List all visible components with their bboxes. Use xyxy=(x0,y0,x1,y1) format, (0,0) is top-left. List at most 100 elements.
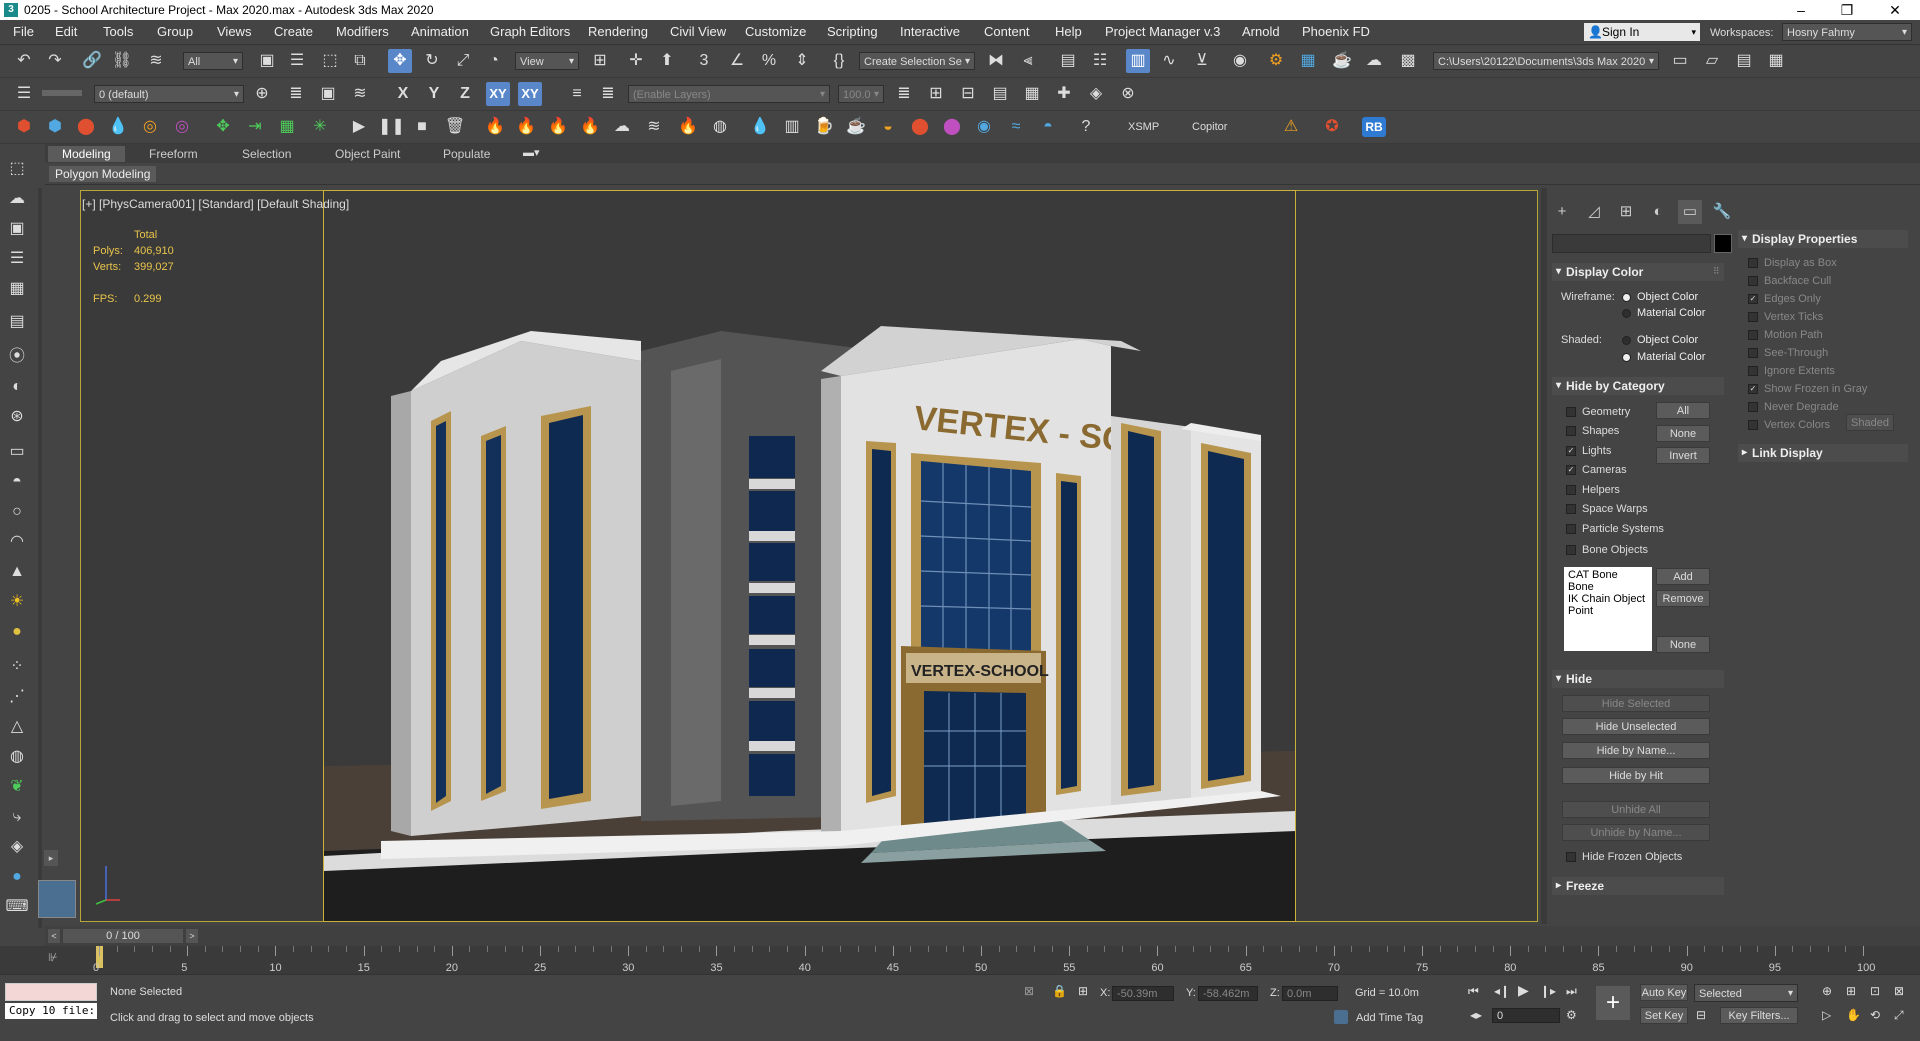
wireframe-object-color-radio[interactable]: Object Color xyxy=(1622,291,1698,303)
next-frame-icon[interactable]: ❙▸ xyxy=(1540,984,1556,998)
plane-tool-icon[interactable]: ▭ xyxy=(5,440,29,464)
close-button[interactable]: ✕ xyxy=(1872,0,1918,20)
rollout-freeze[interactable]: Freeze xyxy=(1552,877,1724,895)
tab-modeling[interactable]: Modeling xyxy=(48,146,125,162)
schematic-view-icon[interactable]: ⊻ xyxy=(1190,49,1214,73)
space-warps-checkbox[interactable]: Space Warps xyxy=(1566,503,1648,515)
backface-cull-checkbox[interactable]: Backface Cull xyxy=(1748,275,1831,287)
script-tool-icon[interactable]: ⌨ xyxy=(5,895,29,919)
flame-icon[interactable]: 🔥 xyxy=(676,115,700,139)
smoke-icon[interactable]: ☁ xyxy=(610,115,634,139)
snaps-toggle-icon[interactable]: 3 xyxy=(692,49,716,73)
project-path[interactable]: C:\Users\20122\Documents\3ds Max 2020 xyxy=(1433,52,1659,71)
fire-2-icon[interactable]: 🔥 xyxy=(514,115,538,139)
project-open-icon[interactable]: ▱ xyxy=(1700,49,1724,73)
motion-path-checkbox[interactable]: Motion Path xyxy=(1748,329,1823,341)
list-tool-icon[interactable]: ☰ xyxy=(5,247,29,271)
edit-layers-icon[interactable]: ≣ xyxy=(892,82,916,106)
grid-tool-icon[interactable]: ▦ xyxy=(5,277,29,301)
time-prev-icon[interactable]: < xyxy=(48,929,60,943)
rect-selection-icon[interactable]: ⬚ xyxy=(318,49,342,73)
y-coord-field[interactable]: -58.462m xyxy=(1198,986,1258,1001)
menu-civil-view[interactable]: Civil View xyxy=(670,24,726,39)
vertex-colors-shaded-button[interactable]: Shaded xyxy=(1846,414,1894,431)
swirl-icon[interactable]: ◍ xyxy=(708,115,732,139)
trash-icon[interactable]: 🗑 xyxy=(443,115,467,139)
rb-button[interactable]: RB xyxy=(1362,117,1386,137)
select-by-name-icon[interactable]: ☰ xyxy=(285,49,309,73)
vertex-colors-checkbox[interactable]: Vertex Colors xyxy=(1748,419,1830,431)
lights-checkbox[interactable]: ✓ Lights xyxy=(1566,445,1611,457)
plugin-red-sphere-icon[interactable]: ⬤ xyxy=(74,115,98,139)
layer-slider[interactable] xyxy=(42,90,82,96)
ball-tool-icon[interactable]: ● xyxy=(5,620,29,644)
field-of-view-icon[interactable]: ▷ xyxy=(1822,1008,1831,1022)
route-tool-icon[interactable]: ⤷ xyxy=(5,805,29,829)
object-color-swatch[interactable] xyxy=(1714,234,1732,253)
named-selection-set[interactable]: Create Selection Se xyxy=(859,52,975,71)
layer-manager-icon[interactable]: ☰ xyxy=(12,82,36,106)
angle-snap-icon[interactable]: ∠ xyxy=(725,49,749,73)
render-icon[interactable]: ☕ xyxy=(1330,49,1354,73)
plugin-green-move-icon[interactable]: ✥ xyxy=(211,115,235,139)
menu-rendering[interactable]: Rendering xyxy=(588,24,648,39)
display-panel-icon[interactable]: ▭ xyxy=(1678,200,1702,224)
plugin-purple-circle-icon[interactable]: ◎ xyxy=(170,115,194,139)
paint-tool-icon[interactable]: ◐ xyxy=(5,375,29,399)
layer-icon[interactable]: ≡ xyxy=(565,82,589,106)
shaded-object-color-radio[interactable]: Object Color xyxy=(1622,334,1698,346)
create-panel-icon[interactable]: + xyxy=(1550,200,1574,224)
layer-stack-icon[interactable]: ≣ xyxy=(284,82,308,106)
ocean-icon[interactable]: ◉ xyxy=(972,115,996,139)
ignore-extents-checkbox[interactable]: Ignore Extents xyxy=(1748,365,1835,377)
wind-icon[interactable]: ≋ xyxy=(642,115,666,139)
maximize-viewport-icon[interactable]: ⤢ xyxy=(1894,1008,1904,1023)
viewport-label[interactable]: [+] [PhysCamera001] [Standard] [Default … xyxy=(82,197,349,211)
layer-tool-7-icon[interactable]: ◈ xyxy=(1084,82,1108,106)
menu-animation[interactable]: Animation xyxy=(411,24,469,39)
hide-selected-button[interactable]: Hide Selected xyxy=(1562,695,1710,712)
texture-tool-icon[interactable]: ◈ xyxy=(5,835,29,859)
rollout-display-properties[interactable]: Display Properties xyxy=(1738,230,1908,248)
menu-create[interactable]: Create xyxy=(274,24,313,39)
percent-snap-icon[interactable]: % xyxy=(757,49,781,73)
reference-coordinate-select[interactable]: View xyxy=(515,52,579,71)
project-settings-icon[interactable]: ▦ xyxy=(1764,49,1788,73)
leaf-tool-icon[interactable]: ❦ xyxy=(5,775,29,799)
menu-content[interactable]: Content xyxy=(984,24,1030,39)
cameras-checkbox[interactable]: ✓ Cameras xyxy=(1566,464,1627,476)
viewport-thumbnail[interactable] xyxy=(38,880,76,918)
key-filter-icon[interactable]: ⊟ xyxy=(1696,1008,1706,1022)
blue-sphere-tool-icon[interactable]: ● xyxy=(5,865,29,889)
plugin-green-burst-icon[interactable]: ✳ xyxy=(308,115,332,139)
menu-help[interactable]: Help xyxy=(1055,24,1082,39)
z-coord-field[interactable]: 0.0m xyxy=(1282,986,1338,1001)
menu-customize[interactable]: Customize xyxy=(745,24,806,39)
set-key-button[interactable]: Set Key xyxy=(1640,1007,1688,1024)
see-through-checkbox[interactable]: See-Through xyxy=(1748,347,1828,359)
x-coord-field[interactable]: -50.39m xyxy=(1112,986,1174,1001)
menu-graph-editors[interactable]: Graph Editors xyxy=(490,24,570,39)
category-remove-button[interactable]: Remove xyxy=(1656,590,1710,607)
rollout-handle-icon[interactable]: ⠿ xyxy=(1713,266,1720,277)
unlink-icon[interactable]: ⛓ xyxy=(110,49,134,73)
help-icon[interactable]: ? xyxy=(1074,115,1098,139)
shaded-material-color-radio[interactable]: Material Color xyxy=(1622,351,1705,363)
camera-tool-icon[interactable]: ⦿ xyxy=(5,345,29,369)
unhide-by-name-button[interactable]: Unhide by Name... xyxy=(1562,824,1710,841)
scene-explorer-icon[interactable]: ▥ xyxy=(1126,49,1150,73)
plugin-tool-icon[interactable]: ✪ xyxy=(1320,115,1344,139)
manipulate-icon[interactable]: ✛ xyxy=(624,49,648,73)
category-invert-button[interactable]: Invert xyxy=(1656,447,1710,464)
particle-systems-checkbox[interactable]: Particle Systems xyxy=(1566,523,1664,535)
purple-liquid-icon[interactable]: ⬤ xyxy=(940,115,964,139)
geometry-checkbox[interactable]: Geometry xyxy=(1566,406,1630,418)
beer-icon[interactable]: 🍺 xyxy=(812,115,836,139)
toggle-ribbon-icon[interactable]: ☷ xyxy=(1088,49,1112,73)
warning-icon[interactable]: ⚠ xyxy=(1279,115,1303,139)
current-frame-field[interactable]: 0 xyxy=(1492,1008,1560,1023)
maxscript-listener-output[interactable] xyxy=(5,983,97,1001)
menu-edit[interactable]: Edit xyxy=(55,24,77,39)
rollout-link-display[interactable]: Link Display xyxy=(1738,444,1908,462)
category-none-button[interactable]: None xyxy=(1656,425,1710,442)
